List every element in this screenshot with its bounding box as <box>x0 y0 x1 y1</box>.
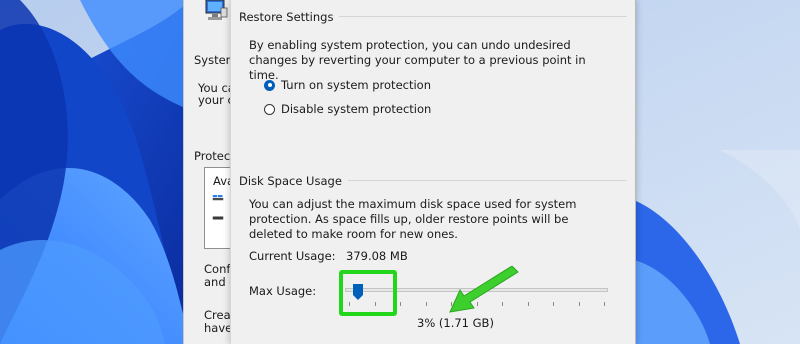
current-usage-label: Current Usage: <box>249 249 336 263</box>
turn-on-protection-label: Turn on system protection <box>281 78 431 92</box>
slider-tick <box>528 302 529 306</box>
create-line2: have <box>204 321 233 335</box>
green-arrow-icon <box>449 266 519 313</box>
radio-unchecked-icon[interactable] <box>264 103 275 115</box>
computer-icon <box>205 0 228 20</box>
slider-tick <box>426 302 427 306</box>
restore-settings-description: By enabling system protection, you can u… <box>249 38 586 82</box>
current-usage-value: 379.08 MB <box>346 249 408 263</box>
drive-icon <box>212 216 224 220</box>
disable-protection-radio[interactable]: Disable system protection <box>264 102 431 116</box>
disk-space-usage-title: Disk Space Usage <box>239 174 348 188</box>
disable-protection-label: Disable system protection <box>281 102 432 116</box>
system-protection-dialog: Restore Settings By enabling system prot… <box>230 0 636 344</box>
slider-tick <box>400 302 401 306</box>
max-usage-readout: 3% (1.71 GB) <box>417 316 494 330</box>
disk-space-description: You can adjust the maximum disk space us… <box>249 197 577 241</box>
slider-tick <box>579 302 580 306</box>
drive-icon <box>212 195 224 201</box>
max-usage-label: Max Usage: <box>249 284 317 298</box>
slider-tick <box>604 302 605 306</box>
highlight-box <box>339 270 397 316</box>
turn-on-protection-radio[interactable]: Turn on system protection <box>264 78 431 92</box>
slider-tick <box>553 302 554 306</box>
restore-settings-title: Restore Settings <box>239 10 340 24</box>
radio-checked-icon[interactable] <box>264 79 275 91</box>
